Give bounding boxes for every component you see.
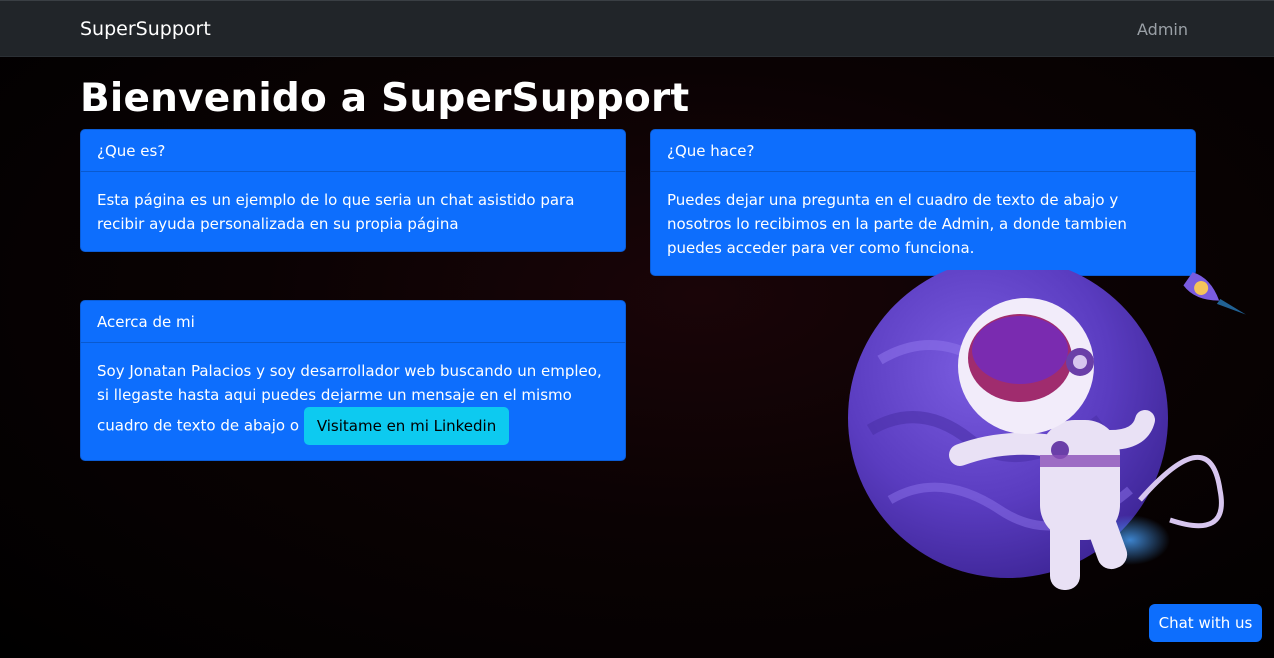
card-acerca-de-mi: Acerca de mi Soy Jonatan Palacios y soy … <box>80 300 626 461</box>
chat-with-us-button[interactable]: Chat with us <box>1149 604 1262 642</box>
rocket-icon <box>1183 272 1247 315</box>
page-title: Bienvenido a SuperSupport <box>80 76 690 121</box>
card-header: ¿Que hace? <box>651 130 1195 172</box>
card-body: Esta página es un ejemplo de lo que seri… <box>97 191 575 233</box>
admin-link[interactable]: Admin <box>1137 20 1188 39</box>
card-header: ¿Que es? <box>81 130 625 172</box>
card-body: Puedes dejar una pregunta en el cuadro d… <box>667 191 1127 257</box>
linkedin-button[interactable]: Visitame en mi Linkedin <box>303 407 510 445</box>
top-navbar: SuperSupport Admin <box>0 0 1274 57</box>
card-que-es: ¿Que es? Esta página es un ejemplo de lo… <box>80 129 626 252</box>
card-header: Acerca de mi <box>81 301 625 343</box>
brand-link[interactable]: SuperSupport <box>80 18 211 40</box>
card-body: Soy Jonatan Palacios y soy desarrollador… <box>81 343 625 461</box>
card-que-hace: ¿Que hace? Puedes dejar una pregunta en … <box>650 129 1196 276</box>
space-illustration <box>848 270 1247 590</box>
